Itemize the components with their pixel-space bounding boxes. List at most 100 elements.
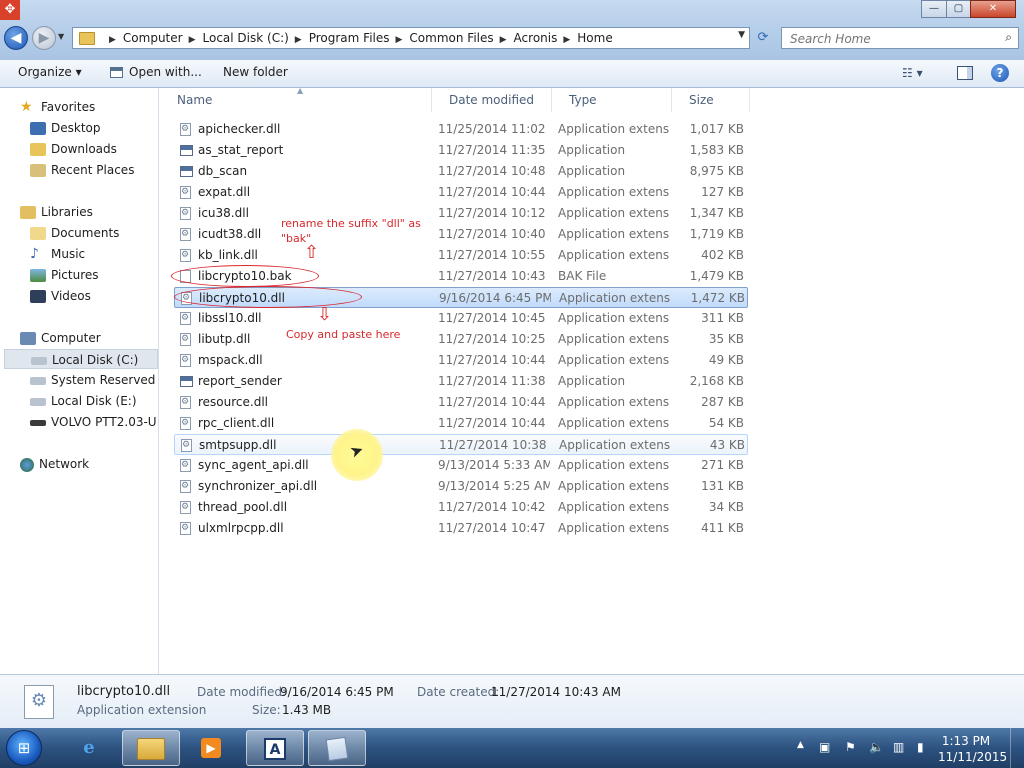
help-icon[interactable]: ? [991, 64, 1009, 82]
explorer-taskbar-button[interactable] [122, 730, 180, 766]
power-icon[interactable]: ▮ [917, 740, 924, 754]
dll-file-icon [180, 518, 191, 539]
dll-file-icon [180, 413, 191, 434]
media-player-taskbar-icon[interactable]: ▶ [182, 730, 240, 766]
libraries-icon [20, 206, 36, 219]
breadcrumb-separator-icon[interactable]: ▶ [500, 35, 507, 45]
preview-pane-icon[interactable] [957, 66, 973, 80]
file-row[interactable]: synchronizer_api.dll 9/13/2014 5:25 AM App… [174, 476, 748, 497]
address-dropdown-icon[interactable]: ▼ [738, 30, 745, 40]
nav-network[interactable]: Network [20, 454, 89, 474]
file-row[interactable]: ulxmlrpcpp.dll 11/27/2014 10:47 ... Applic… [174, 518, 748, 539]
nav-local-disk-c[interactable]: Local Disk (C:) [4, 349, 158, 369]
desktop-icon [30, 122, 46, 135]
forward-button[interactable]: ▶ [32, 26, 56, 50]
file-type: Application extens... [558, 185, 670, 199]
file-row[interactable]: thread_pool.dll 11/27/2014 10:42 ... Appli… [174, 497, 748, 518]
nav-volvo-drive[interactable]: VOLVO PTT2.03-U (H [30, 412, 158, 432]
back-button[interactable]: ◀ [4, 26, 28, 50]
file-date-modified: 11/27/2014 10:48 ... [438, 164, 550, 178]
search-input[interactable] [788, 29, 992, 49]
show-desktop-button[interactable] [1010, 728, 1024, 768]
nav-desktop[interactable]: Desktop [30, 118, 101, 138]
organize-button[interactable]: Organize ▾ [18, 65, 82, 79]
file-row[interactable]: libutp.dll11/27/2014 10:25 ...Applicatio… [174, 329, 748, 350]
file-row[interactable]: icu38.dll11/27/2014 10:12 ...Application… [174, 203, 748, 224]
nav-documents[interactable]: Documents [30, 223, 119, 243]
nav-favorites[interactable]: ★ Favorites [20, 97, 95, 117]
file-type: BAK File [558, 269, 607, 283]
nav-computer[interactable]: Computer [20, 328, 101, 348]
breadcrumb-separator-icon[interactable]: ▶ [563, 35, 570, 45]
volume-icon[interactable]: 🔈 [869, 740, 884, 754]
file-row[interactable]: mspack.dll 11/27/2014 10:44 ... Applicatio… [174, 350, 748, 371]
file-row[interactable]: libssl10.dll 11/27/2014 10:45 ... Applicat… [174, 308, 748, 329]
file-type: Application extens... [558, 353, 670, 367]
breadcrumb-home[interactable]: Home [577, 31, 612, 45]
nav-recent-places[interactable]: Recent Places [30, 160, 134, 180]
breadcrumb-separator-icon[interactable]: ▶ [109, 35, 116, 45]
nav-system-reserved[interactable]: System Reserved (D: [30, 370, 158, 390]
star-icon: ★ [20, 98, 33, 115]
details-filetype: Application extension [77, 703, 207, 717]
file-size: 311 KB [701, 311, 744, 325]
app-a-taskbar-button[interactable]: A [246, 730, 304, 766]
show-hidden-icons-button[interactable]: ▲ [797, 740, 804, 750]
file-row[interactable]: kb_link.dll11/27/2014 10:55 ...Applicati… [174, 245, 748, 266]
file-row[interactable]: apichecker.dll 11/25/2014 11:02 ... Applic… [174, 119, 748, 140]
file-type: Application [558, 143, 626, 157]
dll-file-icon [180, 203, 191, 224]
breadcrumb-computer[interactable]: Computer [123, 31, 183, 45]
file-row[interactable]: db_scan 11/27/2014 10:48 ... Application 8,… [174, 161, 748, 182]
nav-local-disk-e[interactable]: Local Disk (E:) [30, 391, 137, 411]
recent-places-icon [30, 164, 46, 177]
file-row[interactable]: as_stat_report 11/27/2014 11:35 ... Applic… [174, 140, 748, 161]
breadcrumb-program-files[interactable]: Program Files [309, 31, 390, 45]
application-icon [180, 376, 193, 387]
notepad-taskbar-button[interactable] [308, 730, 366, 766]
nav-downloads[interactable]: Downloads [30, 139, 117, 159]
clock-date: 11/11/2015 [938, 750, 1008, 764]
nav-music[interactable]: ♪ Music [30, 244, 85, 264]
pictures-icon [30, 269, 46, 282]
nav-pictures[interactable]: Pictures [30, 265, 99, 285]
start-button[interactable]: ⊞ [6, 730, 42, 766]
recent-pages-chevron-icon[interactable]: ▼ [58, 32, 64, 41]
view-options-icon[interactable]: ☷ ▾ [902, 66, 923, 80]
breadcrumb-local-disk-c[interactable]: Local Disk (C:) [203, 31, 289, 45]
file-row[interactable]: resource.dll 11/27/2014 10:44 ... Applicat… [174, 392, 748, 413]
internet-explorer-taskbar-icon[interactable]: e [60, 730, 118, 766]
new-folder-button[interactable]: New folder [223, 65, 288, 79]
network-tray-icon[interactable]: ▥ [893, 740, 904, 754]
breadcrumb-separator-icon[interactable]: ▶ [189, 35, 196, 45]
clock[interactable]: 1:13 PM 11/11/2015 [938, 733, 1008, 765]
breadcrumb-acronis[interactable]: Acronis [514, 31, 558, 45]
tray-app-icon[interactable]: ▣ [819, 740, 830, 754]
notepad-icon [325, 736, 349, 762]
file-date-modified: 11/27/2014 10:43 ... [438, 269, 550, 283]
search-box[interactable]: ⌕ [781, 27, 1019, 49]
refresh-button[interactable]: ⟳ [752, 27, 774, 49]
file-row[interactable]: smtpsupp.dll 11/27/2014 10:38 ... Applicat… [174, 434, 748, 456]
open-with-button[interactable]: Open with... [129, 65, 202, 79]
nav-videos[interactable]: Videos [30, 286, 91, 306]
file-type: Application extens... [558, 332, 670, 346]
file-size: 1,472 KB [690, 291, 745, 305]
address-bar[interactable]: ▶ Computer ▶ Local Disk (C:) ▶ Program Files ▶… [72, 27, 750, 49]
maximize-button[interactable]: ▢ [946, 0, 971, 18]
file-row[interactable]: rpc_client.dll 11/27/2014 10:44 ... Applic… [174, 413, 748, 434]
file-row[interactable]: icudt38.dll11/27/2014 10:40 ...Applicati… [174, 224, 748, 245]
action-center-icon[interactable]: ⚑ [845, 740, 856, 754]
nav-libraries[interactable]: Libraries [20, 202, 93, 222]
file-date-modified: 11/27/2014 10:44 ... [438, 416, 550, 430]
breadcrumb-separator-icon[interactable]: ▶ [295, 35, 302, 45]
file-row[interactable]: sync_agent_api.dll 9/13/2014 5:33 AM Appli… [174, 455, 748, 476]
close-button[interactable]: ✕ [970, 0, 1016, 18]
breadcrumb-separator-icon[interactable]: ▶ [396, 35, 403, 45]
breadcrumb-common-files[interactable]: Common Files [409, 31, 493, 45]
file-date-modified: 9/13/2014 5:33 AM [438, 458, 550, 472]
file-row[interactable]: report_sender 11/27/2014 11:38 ... Applica… [174, 371, 748, 392]
file-row[interactable]: expat.dll 11/27/2014 10:44 ... Application… [174, 182, 748, 203]
minimize-button[interactable]: — [921, 0, 947, 18]
search-icon[interactable]: ⌕ [1005, 30, 1012, 45]
